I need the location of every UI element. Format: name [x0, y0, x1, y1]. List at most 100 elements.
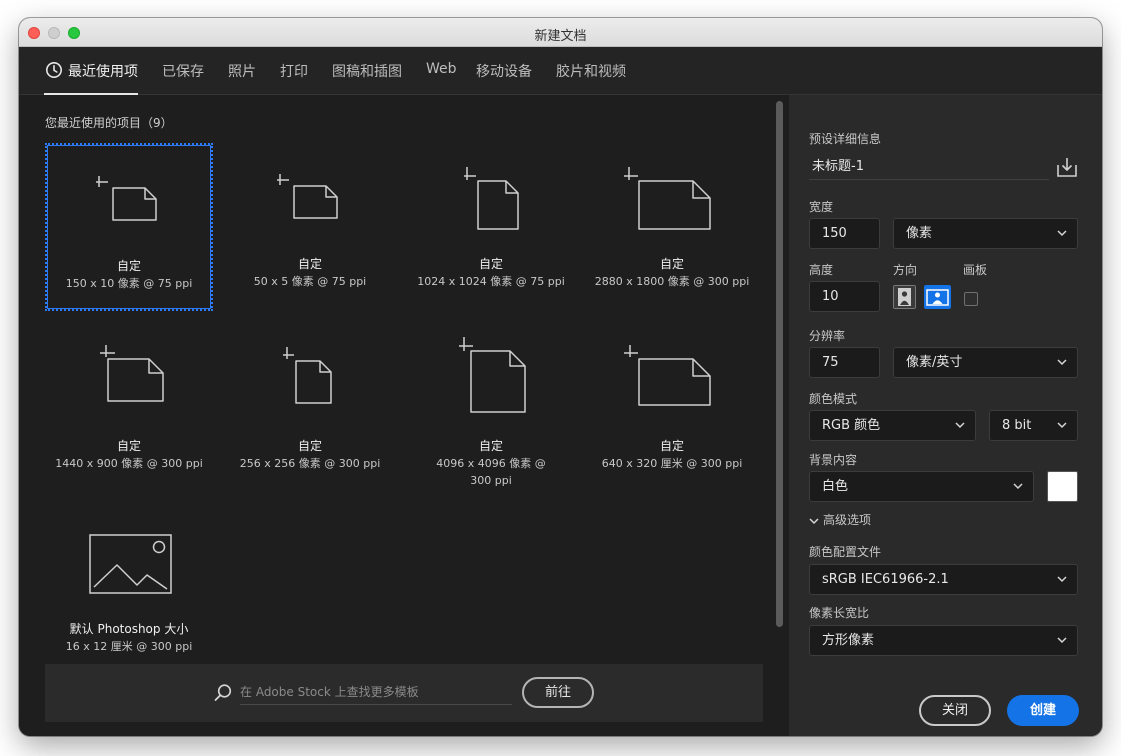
resolution-unit-select[interactable]: 像素/英寸: [893, 347, 1078, 378]
orientation-label: 方向: [893, 263, 918, 277]
width-input[interactable]: 150: [809, 218, 880, 249]
preset-name: 自定: [478, 439, 503, 453]
height-label: 高度: [809, 263, 834, 277]
advanced-options-label: 高级选项: [823, 513, 872, 527]
width-unit-value: 像素: [906, 226, 933, 241]
tab-film-video[interactable]: 胶片和视频: [556, 61, 626, 81]
preset-name: 自定: [116, 259, 141, 273]
color-mode-label: 颜色模式: [809, 392, 858, 406]
preset-dimensions: 150 x 10 像素 @ 75 ppi: [65, 277, 193, 290]
preset-name: 自定: [116, 439, 141, 453]
color-profile-select[interactable]: sRGB IEC61966-2.1: [809, 564, 1078, 595]
preset-dimensions: 640 x 320 厘米 @ 300 ppi: [601, 457, 743, 470]
document-name-field[interactable]: 未标题-1: [809, 154, 1049, 180]
tab-print[interactable]: 打印: [280, 61, 308, 81]
chevron-down-icon: [1057, 637, 1067, 644]
title-bar: 新建文档: [19, 18, 1102, 47]
preset-dimensions: 50 x 5 像素 @ 75 ppi: [253, 275, 367, 288]
stock-search-input[interactable]: [240, 679, 512, 705]
window-title: 新建文档: [534, 29, 587, 44]
tab-mobile[interactable]: 移动设备: [476, 61, 532, 81]
document-icon: [277, 174, 338, 219]
artboard-label: 画板: [963, 263, 988, 277]
tab-art-illustration[interactable]: 图稿和插图: [332, 61, 402, 81]
preset-dimensions: 2880 x 1800 像素 @ 300 ppi: [594, 275, 750, 288]
document-icon: [624, 167, 711, 230]
preset-card[interactable]: 自定 2880 x 1800 像素 @ 300 ppi: [588, 143, 756, 311]
bit-depth-select[interactable]: 8 bit: [989, 410, 1078, 441]
preset-card[interactable]: 自定 1024 x 1024 像素 @ 75 ppi: [407, 143, 575, 311]
preset-dimensions: 4096 x 4096 像素 @ 300 ppi: [436, 457, 546, 487]
color-mode-value: RGB 颜色: [822, 418, 881, 433]
preset-name: 自定: [478, 257, 503, 271]
chevron-down-icon: [1057, 576, 1067, 583]
background-color-swatch[interactable]: [1047, 471, 1078, 502]
document-icon: [100, 345, 164, 402]
presets-scrollbar[interactable]: [776, 101, 783, 627]
preset-name: 自定: [297, 257, 322, 271]
preset-dimensions: 16 x 12 厘米 @ 300 ppi: [65, 640, 193, 653]
chevron-down-icon: [1057, 230, 1067, 237]
create-button[interactable]: 创建: [1007, 695, 1079, 726]
chevron-down-icon: [809, 517, 819, 524]
resolution-input[interactable]: 75: [809, 347, 880, 378]
preset-dimensions: 1024 x 1024 像素 @ 75 ppi: [417, 275, 565, 288]
pixel-aspect-value: 方形像素: [822, 633, 875, 648]
new-document-dialog: 新建文档 最近使用项 已保存 照片 打印 图稿和插图 Web 移动设备 胶片和视…: [19, 18, 1102, 736]
preset-name: 默认 Photoshop 大小: [69, 622, 189, 636]
category-tabs: 最近使用项 已保存 照片 打印 图稿和插图 Web 移动设备 胶片和视频: [19, 47, 1102, 95]
details-title: 预设详细信息: [809, 132, 882, 146]
advanced-options-toggle[interactable]: 高级选项: [809, 511, 871, 528]
bit-depth-value: 8 bit: [1002, 418, 1032, 433]
search-icon: [214, 684, 232, 701]
landscape-orientation-icon[interactable]: [924, 285, 951, 309]
preset-name: 自定: [659, 439, 684, 453]
preset-card[interactable]: 自定 256 x 256 像素 @ 300 ppi: [226, 325, 394, 495]
preset-card[interactable]: 自定 1440 x 900 像素 @ 300 ppi: [45, 325, 213, 495]
preset-card[interactable]: 自定 150 x 10 像素 @ 75 ppi: [45, 143, 213, 311]
width-unit-select[interactable]: 像素: [893, 218, 1078, 249]
document-icon: [283, 347, 332, 404]
preset-card[interactable]: 自定 50 x 5 像素 @ 75 ppi: [226, 143, 394, 311]
document-icon: [624, 345, 711, 406]
background-select[interactable]: 白色: [809, 471, 1034, 502]
recent-section-title: 您最近使用的项目（9）: [45, 116, 173, 130]
pixel-aspect-select[interactable]: 方形像素: [809, 625, 1078, 656]
resolution-label: 分辨率: [809, 329, 846, 343]
preset-details-panel: 预设详细信息 未标题-1 宽度 150 像素 高度 方向 画板 10 分辨率 7…: [789, 95, 1102, 736]
preset-card[interactable]: 默认 Photoshop 大小 16 x 12 厘米 @ 300 ppi: [45, 507, 213, 667]
preset-dimensions: 1440 x 900 像素 @ 300 ppi: [55, 457, 203, 470]
tab-web[interactable]: Web: [426, 61, 457, 77]
tab-photo[interactable]: 照片: [228, 61, 256, 81]
close-button[interactable]: 关闭: [919, 695, 991, 726]
color-mode-select[interactable]: RGB 颜色: [809, 410, 976, 441]
preset-name: 自定: [297, 439, 322, 453]
portrait-orientation-icon[interactable]: [893, 285, 916, 309]
resolution-unit-value: 像素/英寸: [906, 355, 963, 370]
preset-card[interactable]: 自定 640 x 320 厘米 @ 300 ppi: [588, 325, 756, 495]
document-icon: [96, 176, 157, 221]
background-value: 白色: [822, 479, 849, 494]
chevron-down-icon: [1013, 483, 1023, 490]
chevron-down-icon: [955, 422, 965, 429]
save-preset-icon[interactable]: [1055, 155, 1079, 179]
go-button[interactable]: 前往: [522, 677, 594, 708]
adobe-stock-bar: 前往: [45, 664, 763, 722]
clock-icon: [46, 62, 62, 78]
height-input[interactable]: 10: [809, 281, 880, 312]
preset-name: 自定: [659, 257, 684, 271]
chevron-down-icon: [1057, 422, 1067, 429]
document-icon: [464, 167, 519, 230]
artboard-checkbox[interactable]: [964, 292, 978, 306]
background-label: 背景内容: [809, 453, 858, 467]
color-profile-value: sRGB IEC61966-2.1: [822, 572, 949, 587]
preset-dimensions: 256 x 256 像素 @ 300 ppi: [239, 457, 381, 470]
pixel-aspect-label: 像素长宽比: [809, 606, 870, 620]
preset-card[interactable]: 自定 4096 x 4096 像素 @ 300 ppi: [407, 325, 575, 495]
tab-recent[interactable]: 最近使用项: [68, 61, 138, 81]
color-profile-label: 颜色配置文件: [809, 545, 882, 559]
image-icon: [89, 534, 172, 594]
document-icon: [459, 337, 526, 413]
presets-panel: 您最近使用的项目（9） 自定 150 x 10 像素 @ 75 ppi 自定 5…: [19, 95, 789, 736]
tab-saved[interactable]: 已保存: [162, 61, 204, 81]
